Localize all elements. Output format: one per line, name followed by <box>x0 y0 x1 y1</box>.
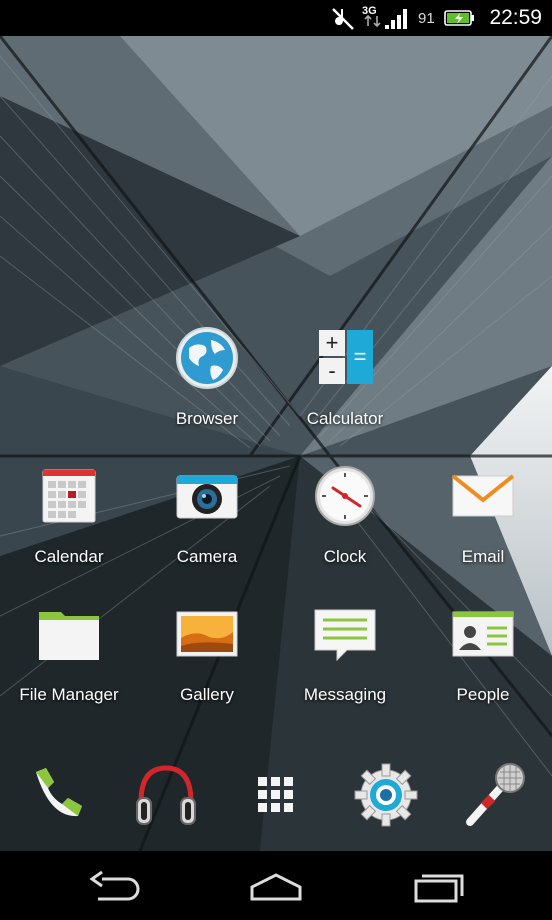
folder-icon <box>39 612 99 660</box>
app-people[interactable]: People <box>414 602 552 740</box>
camera-icon <box>176 475 238 519</box>
mute-icon <box>330 0 356 36</box>
home-icon[interactable] <box>246 869 306 905</box>
app-label: People <box>456 685 510 704</box>
navigation-bar <box>0 851 552 920</box>
app-calculator[interactable]: + - = Calculator <box>276 326 414 464</box>
app-label: Email <box>461 547 505 566</box>
app-label: Calendar <box>34 547 104 566</box>
calendar-icon <box>42 469 96 523</box>
dock <box>0 752 552 848</box>
settings-gear-icon[interactable] <box>351 760 421 830</box>
app-label: Calculator <box>306 409 384 428</box>
app-gallery[interactable]: Gallery <box>138 602 276 740</box>
battery-percent: 91 <box>418 9 435 27</box>
calc-equals: = <box>354 344 367 369</box>
app-label: Gallery <box>180 685 234 704</box>
calc-plus: + <box>326 330 339 355</box>
contact-card-icon <box>452 611 514 657</box>
status-bar: 3G 91 22:59 <box>0 0 552 36</box>
calc-minus: - <box>328 358 335 383</box>
app-messaging[interactable]: Messaging <box>276 602 414 740</box>
recent-apps-icon[interactable] <box>408 869 468 905</box>
app-label: Messaging <box>303 685 387 704</box>
envelope-icon <box>451 474 515 517</box>
app-calendar[interactable]: Calendar <box>0 464 138 602</box>
app-label: Browser <box>175 409 239 428</box>
app-browser[interactable]: Browser <box>138 326 276 464</box>
back-icon[interactable] <box>84 869 144 905</box>
app-label: Clock <box>323 547 367 566</box>
app-drawer-icon[interactable] <box>241 760 311 830</box>
microphone-icon[interactable] <box>460 760 530 830</box>
battery-charging-icon <box>444 0 476 36</box>
clock-icon <box>315 466 375 526</box>
network-type-label: 3G <box>362 5 377 17</box>
app-label: Camera <box>176 547 238 566</box>
message-bubble-icon <box>314 609 376 662</box>
app-email[interactable]: Email <box>414 464 552 602</box>
calculator-icon: + - = <box>319 330 373 384</box>
app-camera[interactable]: Camera <box>138 464 276 602</box>
phone-icon[interactable] <box>20 760 90 830</box>
globe-icon <box>176 327 238 389</box>
app-label: File Manager <box>19 685 119 704</box>
status-clock: 22:59 <box>489 6 542 29</box>
picture-icon <box>176 611 238 657</box>
signal-icon: 3G <box>361 0 411 36</box>
headphones-icon[interactable] <box>131 760 201 830</box>
app-clock[interactable]: Clock <box>276 464 414 602</box>
app-file-manager[interactable]: File Manager <box>0 602 138 740</box>
